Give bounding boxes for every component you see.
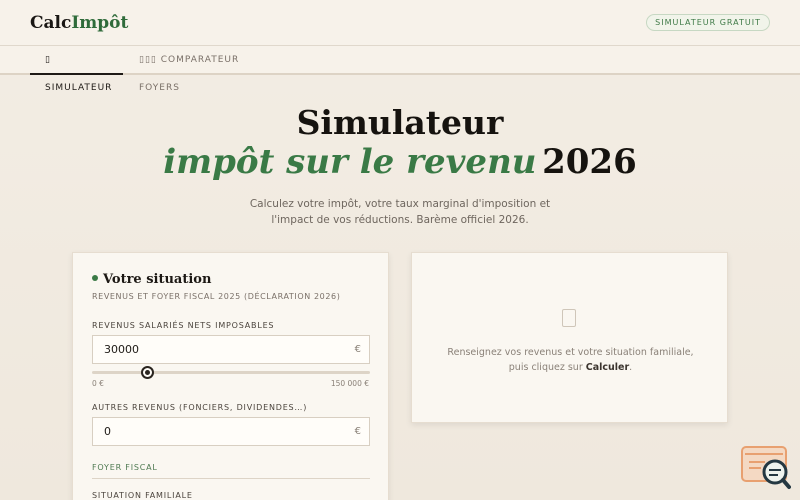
- salary-slider-thumb[interactable]: [141, 366, 155, 379]
- other-income-label: AUTRES REVENUS (FONCIERS, DIVIDENDES…): [92, 403, 308, 412]
- other-income-input[interactable]: 0 €: [92, 417, 370, 446]
- logo-text-impot: Impôt: [71, 13, 129, 33]
- tab-comparateur-foyers[interactable]: ▯▯▯ COMPARATEUR FOYERS: [124, 46, 284, 93]
- document-icon: [562, 309, 576, 327]
- bullet-dot-icon: [92, 274, 98, 281]
- result-text-before: Renseignez vos revenus et votre situatio…: [447, 347, 694, 373]
- foyer-fiscal-heading: FOYER FISCAL: [92, 463, 158, 472]
- salary-label: REVENUS SALARIÉS NETS IMPOSABLES: [92, 321, 275, 330]
- page-title-line2: impôt sur le revenu 2026: [0, 142, 800, 188]
- situation-title: Votre situation: [92, 272, 211, 287]
- slider-max-label: 150 000 €: [330, 379, 369, 388]
- family-situation-label: SITUATION FAMILIALE: [92, 491, 193, 500]
- page-title-year: 2026: [542, 142, 637, 182]
- page-title-highlight: impôt sur le revenu: [163, 142, 537, 182]
- salary-input-value: 30000: [104, 343, 139, 356]
- salary-slider-track[interactable]: [92, 371, 370, 374]
- result-placeholder-text: Renseignez vos revenus et votre situatio…: [442, 345, 699, 375]
- situation-card: Votre situation REVENUS ET FOYER FISCAL …: [72, 252, 389, 500]
- logo[interactable]: CalcImpôt: [30, 13, 128, 33]
- situation-title-text: Votre situation: [103, 272, 212, 287]
- free-simulator-badge: SIMULATEUR GRATUIT: [646, 14, 770, 31]
- page-subtitle: Calculez votre impôt, votre taux margina…: [249, 198, 551, 226]
- other-income-value: 0: [104, 425, 111, 438]
- result-text-calculer: Calculer: [585, 362, 630, 373]
- divider: [92, 478, 370, 479]
- chat-search-icon: [741, 446, 791, 489]
- hero-section: Simulateur impôt sur le revenu 2026 Calc…: [0, 104, 800, 228]
- tabs-bar: ▯ SIMULATEUR ▯▯▯ COMPARATEUR FOYERS: [0, 46, 800, 93]
- tab-simulateur[interactable]: ▯ SIMULATEUR: [30, 46, 123, 93]
- page-title: Simulateur: [296, 103, 504, 142]
- salary-input[interactable]: 30000 €: [92, 335, 370, 364]
- logo-text-calc: Calc: [30, 13, 72, 33]
- result-card: Renseignez vos revenus et votre situatio…: [411, 252, 728, 423]
- top-bar: CalcImpôt SIMULATEUR GRATUIT: [0, 0, 800, 46]
- euro-unit: €: [354, 344, 361, 355]
- slider-min-label: 0 €: [92, 379, 104, 388]
- help-chat-widget[interactable]: [741, 446, 791, 490]
- euro-unit: €: [354, 426, 361, 437]
- situation-subtitle: REVENUS ET FOYER FISCAL 2025 (DÉCLARATIO…: [92, 292, 341, 301]
- result-text-after: .: [629, 362, 633, 373]
